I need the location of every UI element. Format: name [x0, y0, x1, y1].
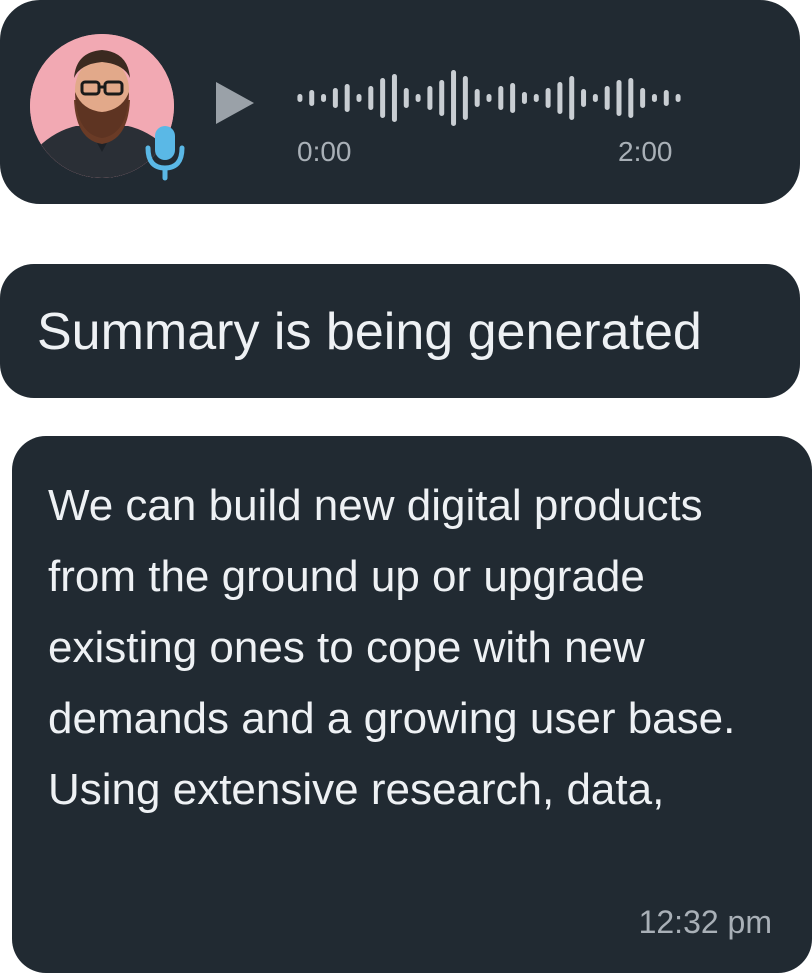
waveform-bar: [415, 94, 421, 102]
summary-bubble: Summary is being generated: [0, 264, 800, 398]
waveform-bar: [439, 80, 445, 116]
voice-message-bubble: 0:00 2:00: [0, 0, 800, 204]
waveform-bar: [486, 94, 492, 102]
message-text: We can build new digital products from t…: [48, 481, 736, 814]
waveform-bar: [675, 94, 681, 102]
waveform-bar: [663, 90, 669, 106]
microphone-icon: [140, 122, 190, 182]
waveform-bar: [604, 86, 610, 110]
waveform-bar: [651, 94, 657, 102]
waveform-bar: [628, 78, 634, 118]
waveform-bar: [640, 88, 646, 108]
waveform-bar: [368, 86, 374, 110]
waveform-bar: [521, 92, 527, 104]
waveform-bar: [321, 94, 327, 102]
play-button[interactable]: [210, 76, 258, 130]
waveform-bar: [297, 94, 303, 102]
waveform-bar: [380, 78, 386, 118]
waveform-bar: [581, 89, 587, 107]
waveform-bar: [533, 94, 539, 102]
waveform-bar: [391, 74, 397, 122]
play-icon: [216, 82, 254, 124]
message-timestamp: 12:32 pm: [638, 904, 772, 940]
waveform-bar: [474, 89, 480, 107]
waveform-bar: [309, 90, 315, 106]
summary-status-text: Summary is being generated: [37, 303, 702, 361]
waveform-bar: [451, 70, 457, 126]
waveform-bar: [356, 94, 362, 102]
waveform-bar: [403, 88, 409, 108]
waveform-bar: [510, 83, 516, 113]
waveform-bar: [616, 80, 622, 116]
waveform-bar: [344, 84, 350, 112]
duration: 2:00: [618, 136, 673, 167]
waveform-bar: [427, 86, 433, 110]
waveform-bar: [569, 76, 575, 120]
audio-waveform[interactable]: [294, 66, 684, 130]
waveform-bar: [557, 82, 563, 114]
waveform-bar: [592, 94, 598, 102]
message-bubble: We can build new digital products from t…: [12, 436, 812, 973]
waveform-bar: [462, 76, 468, 120]
waveform-bar: [545, 88, 551, 108]
waveform-bar: [498, 86, 504, 110]
waveform-bar: [332, 88, 338, 108]
current-time: 0:00: [297, 136, 352, 167]
